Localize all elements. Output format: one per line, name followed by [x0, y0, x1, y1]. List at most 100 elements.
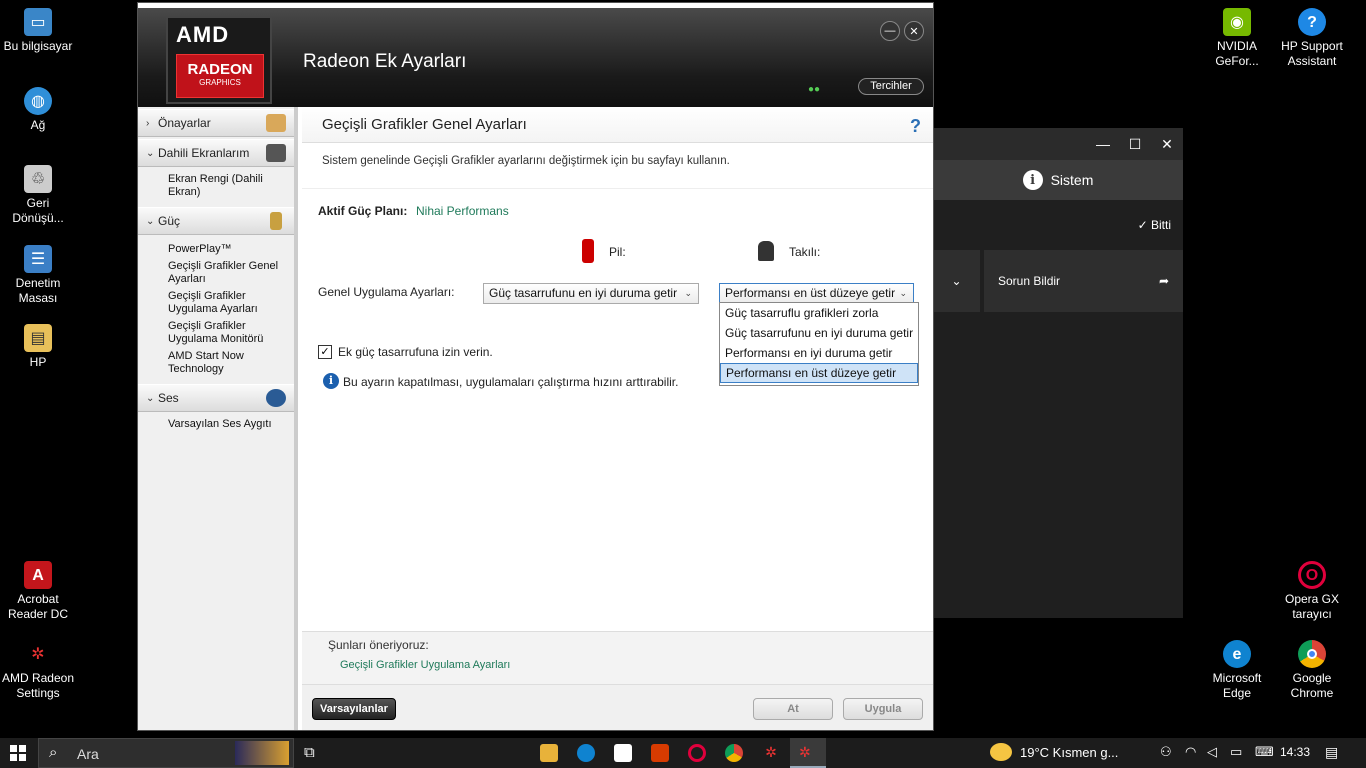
sidebar-section-label: Önayarlar	[158, 116, 211, 130]
discard-button[interactable]: At	[753, 698, 833, 720]
battery-icon	[582, 239, 594, 263]
amd-radeon-window: AMD RADEON GRAPHICS Radeon Ek Ayarları —…	[137, 2, 934, 731]
microsoft-edge-icon[interactable]: e Microsoft Edge	[1199, 640, 1275, 701]
battery-mode-select[interactable]: Güç tasarrufunu en iyi duruma getir ⌄	[483, 283, 699, 304]
store-icon[interactable]	[614, 744, 632, 762]
sidebar-section-displays[interactable]: ⌄ Dahili Ekranlarım	[138, 139, 294, 167]
battery-column-label: Pil:	[609, 245, 626, 259]
battery-mode-value: Güç tasarrufunu en iyi duruma getir	[489, 286, 678, 300]
defaults-button[interactable]: Varsayılanlar	[312, 698, 396, 720]
chevron-down-icon: ⌄	[684, 288, 692, 298]
recycle-bin-icon[interactable]: ♲ Geri Dönüşü...	[0, 165, 76, 226]
opera-gx-icon[interactable]: O Opera GX tarayıcı	[1274, 561, 1350, 622]
chrome-icon[interactable]	[725, 744, 743, 762]
weather-text[interactable]: 19°C Kısmen g...	[1020, 745, 1118, 760]
sidebar-section-audio[interactable]: ⌄ Ses	[138, 384, 294, 412]
desktop-icon-label: Google Chrome	[1290, 671, 1334, 700]
task-view-icon[interactable]: ⧉	[304, 744, 315, 761]
apply-button[interactable]: Uygula	[843, 698, 923, 720]
desktop-icon-label: Acrobat Reader DC	[7, 592, 69, 621]
power-saving-checkbox[interactable]: ✓	[318, 345, 332, 359]
share-arrow-icon: ➦	[1158, 274, 1169, 288]
dropdown-option[interactable]: Güç tasarruflu grafikleri zorla	[720, 303, 918, 323]
logo-graphics-text: GRAPHICS	[199, 78, 241, 87]
dropdown-option-selected[interactable]: Performansı en üst düzeye getir	[720, 363, 918, 383]
done-button[interactable]: ✓ Bitti	[1138, 218, 1171, 232]
page-title-bar: Geçişli Grafikler Genel Ayarları ?	[302, 107, 933, 143]
this-pc-icon[interactable]: ▭ Bu bilgisayar	[0, 8, 76, 54]
page-title: Geçişli Grafikler Genel Ayarları	[322, 116, 527, 133]
dropdown-option[interactable]: Performansı en iyi duruma getir	[720, 343, 918, 363]
section-title: Sistem	[1050, 172, 1094, 188]
hp-support-assistant-icon[interactable]: ? HP Support Assistant	[1274, 8, 1350, 69]
battery-icon	[270, 212, 282, 230]
maximize-icon[interactable]: ☐	[1119, 136, 1151, 153]
sidebar-section-label: Ses	[158, 391, 179, 405]
keyboard-icon[interactable]: ⌨	[1255, 744, 1274, 760]
search-placeholder: Ara	[77, 746, 99, 762]
desktop-icon-label: Microsoft Edge	[1212, 671, 1262, 700]
info-icon: i	[1022, 170, 1043, 190]
amd-active-taskbar-icon[interactable]: ✲	[790, 738, 826, 768]
sidebar-item-start-now[interactable]: AMD Start Now Technology	[138, 348, 294, 378]
desktop: ▭ Bu bilgisayar ◍ Ağ ♲ Geri Dönüşü... ☰ …	[0, 0, 1366, 738]
logo-radeon-text: RADEON	[187, 61, 253, 78]
suggestions-title: Şunları öneriyoruz:	[328, 638, 429, 652]
google-chrome-icon[interactable]: Google Chrome	[1274, 640, 1350, 701]
desktop-icon-label: Geri Dönüşü...	[12, 196, 64, 225]
expand-chevron-icon[interactable]: ⌄	[933, 250, 980, 312]
section-header: i Sistem	[933, 160, 1183, 200]
desktop-icon-label: Bu bilgisayar	[3, 39, 73, 53]
desktop-icon-label: AMD Radeon Settings	[1, 671, 75, 700]
sidebar: › Önayarlar ⌄ Dahili Ekranlarım Ekran Re…	[138, 107, 298, 730]
weather-icon	[990, 743, 1012, 761]
network-icon[interactable]: ◍ Ağ	[0, 87, 76, 133]
sidebar-item-switchable-monitor[interactable]: Geçişli Grafikler Uygulama Monitörü	[138, 318, 294, 348]
report-problem-row[interactable]: Sorun Bildir ➦	[984, 250, 1183, 312]
acrobat-reader-icon[interactable]: A Acrobat Reader DC	[0, 561, 76, 622]
sidebar-section-power[interactable]: ⌄ Güç	[138, 207, 294, 235]
opera-icon[interactable]	[688, 744, 706, 762]
amd-taskbar-icon[interactable]: ✲	[762, 744, 780, 762]
wifi-icon[interactable]: ◠	[1185, 744, 1196, 760]
close-icon[interactable]: ✕	[904, 21, 924, 41]
hp-folder-icon[interactable]: ▤ HP	[0, 324, 76, 370]
notifications-icon[interactable]: ▤	[1325, 744, 1338, 761]
sidebar-item-default-audio[interactable]: Varsayılan Ses Aygıtı	[138, 412, 294, 433]
volume-icon[interactable]: ◁	[1207, 744, 1217, 760]
background-settings-window: — ☐ ✕ i Sistem ✓ Bitti ⌄ Sorun Bildir ➦	[933, 128, 1183, 618]
control-panel-icon[interactable]: ☰ Denetim Masası	[0, 245, 76, 306]
clock[interactable]: 14:33	[1280, 745, 1310, 759]
power-plug-icon	[758, 241, 774, 261]
sidebar-item-display-color[interactable]: Ekran Rengi (Dahili Ekran)	[138, 167, 294, 201]
report-label: Sorun Bildir	[998, 274, 1061, 288]
amd-radeon-settings-icon[interactable]: ✲ AMD Radeon Settings	[0, 640, 76, 701]
settings-panel: Aktif Güç Planı: Nihai Performans Pil: T…	[302, 191, 933, 631]
people-icon[interactable]: ⚇	[1160, 744, 1172, 760]
desktop-icon-label: Opera GX tarayıcı	[1284, 592, 1340, 621]
desktop-icon-label: Denetim Masası	[15, 276, 61, 305]
logo-amd-text: AMD	[176, 22, 230, 47]
close-icon[interactable]: ✕	[1151, 136, 1183, 153]
sidebar-item-powerplay[interactable]: PowerPlay™	[138, 235, 294, 258]
plugged-mode-select[interactable]: Performansı en üst düzeye getir ⌄	[719, 283, 914, 304]
sidebar-item-switchable-app[interactable]: Geçişli Grafikler Uygulama Ayarları	[138, 288, 294, 318]
dropdown-option[interactable]: Güç tasarrufunu en iyi duruma getir	[720, 323, 918, 343]
start-icon[interactable]	[10, 745, 26, 761]
office-icon[interactable]	[651, 744, 669, 762]
minimize-icon[interactable]: —	[1087, 136, 1119, 152]
preferences-button[interactable]: Tercihler	[858, 78, 924, 95]
file-explorer-icon[interactable]	[540, 744, 558, 762]
battery-tray-icon[interactable]: ▭	[1230, 744, 1242, 760]
help-icon[interactable]: ?	[910, 116, 921, 137]
nvidia-geforce-icon[interactable]: ◉ NVIDIA GeFor...	[1199, 8, 1275, 69]
sidebar-item-switchable-global[interactable]: Geçişli Grafikler Genel Ayarları	[138, 258, 294, 288]
sidebar-section-presets[interactable]: › Önayarlar	[138, 109, 294, 137]
edge-icon[interactable]	[577, 744, 595, 762]
power-saving-label: Ek güç tasarrufuna izin verin.	[338, 345, 493, 359]
suggestion-link[interactable]: Geçişli Grafikler Uygulama Ayarları	[340, 659, 510, 671]
minimize-icon[interactable]: —	[880, 21, 900, 41]
general-settings-label: Genel Uygulama Ayarları:	[318, 285, 455, 299]
action-bar: Varsayılanlar At Uygula	[302, 684, 933, 730]
search-box[interactable]: ⌕ Ara	[38, 738, 294, 768]
